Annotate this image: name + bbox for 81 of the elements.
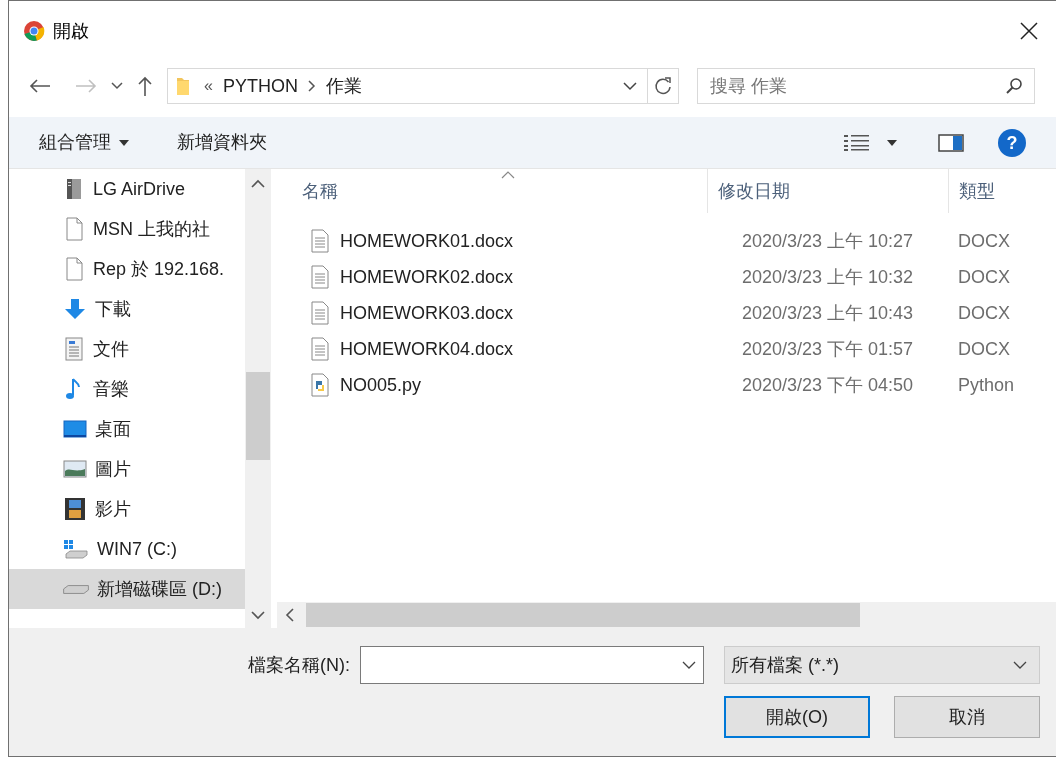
chevron-icon xyxy=(307,80,316,92)
sidebar-item[interactable]: 下載 xyxy=(9,289,245,329)
film-icon xyxy=(63,497,87,521)
scrollbar-thumb[interactable] xyxy=(306,603,860,627)
refresh-icon[interactable] xyxy=(654,77,672,95)
picture-icon xyxy=(63,457,87,481)
column-header[interactable]: 名稱 xyxy=(277,169,707,213)
modified-date: 2020/3/23 上午 10:32 xyxy=(742,266,914,287)
up-arrow-icon[interactable] xyxy=(137,76,153,96)
file-type: Python xyxy=(958,374,1015,395)
browser-logo-icon xyxy=(23,20,45,42)
window-title: 開啟 xyxy=(53,19,89,43)
python-file-icon xyxy=(310,373,330,397)
breadcrumb-item[interactable]: PYTHON xyxy=(222,72,298,100)
organize-menu-button[interactable]: 組合管理 xyxy=(39,129,129,156)
document-icon xyxy=(63,337,85,361)
sort-up-icon xyxy=(500,171,515,179)
address-bar[interactable]: « PYTHON 作業 xyxy=(167,68,679,104)
cancel-button[interactable]: 取消 xyxy=(894,696,1040,738)
desktop-icon xyxy=(63,417,87,441)
modified-date: 2020/3/23 上午 10:27 xyxy=(742,230,914,251)
sidebar-item[interactable]: 影片 xyxy=(9,489,245,529)
sidebar-item[interactable]: 圖片 xyxy=(9,449,245,489)
file-icon xyxy=(63,257,85,281)
sidebar-item[interactable]: 桌面 xyxy=(9,409,245,449)
search-field[interactable]: 搜尋 作業 xyxy=(697,68,1035,104)
dropdown-caret-icon[interactable] xyxy=(682,661,696,670)
file-icon xyxy=(63,217,85,241)
help-button[interactable]: ? xyxy=(998,128,1026,157)
drive-icon xyxy=(63,584,89,594)
breadcrumb-item[interactable]: 作業 xyxy=(325,72,362,100)
file-name[interactable]: HOMEWORK01.docx xyxy=(340,227,514,255)
sidebar-item[interactable]: WIN7 (C:) xyxy=(9,529,245,569)
sidebar-item[interactable]: 新增磁碟區 (D:) xyxy=(9,569,245,609)
filename-field[interactable] xyxy=(360,646,704,684)
file-type: DOCX xyxy=(958,302,1010,323)
file-name[interactable]: HOMEWORK03.docx xyxy=(340,299,514,327)
new-folder-button[interactable]: 新增資料夾 xyxy=(177,129,267,156)
file-type: DOCX xyxy=(958,338,1010,359)
file-name[interactable]: NO005.py xyxy=(340,371,422,399)
close-icon[interactable] xyxy=(1020,22,1038,40)
file-type: DOCX xyxy=(958,266,1010,287)
open-button[interactable]: 開啟(O) xyxy=(724,696,870,738)
preview-pane-icon[interactable] xyxy=(938,132,964,153)
file-type-dropdown[interactable]: 所有檔案 (*.*) xyxy=(724,646,1040,684)
modified-date: 2020/3/23 下午 04:50 xyxy=(742,374,914,395)
search-icon xyxy=(1005,77,1023,95)
scrollbar-thumb[interactable] xyxy=(246,372,270,460)
sidebar-item[interactable]: LG AirDrive xyxy=(9,169,245,209)
back-arrow-icon[interactable] xyxy=(29,78,51,94)
overflow-chevron[interactable]: « xyxy=(204,74,213,98)
windows-drive-icon xyxy=(63,537,89,561)
dropdown-caret-icon xyxy=(1013,660,1027,670)
column-header[interactable]: 類型 xyxy=(948,169,1056,213)
sidebar-item[interactable]: MSN 上我的社 xyxy=(9,209,245,249)
sidebar-item[interactable]: 音樂 xyxy=(9,369,245,409)
sidebar-item[interactable]: 文件 xyxy=(9,329,245,369)
scroll-left-icon[interactable] xyxy=(285,608,294,622)
vertical-scrollbar[interactable] xyxy=(245,169,271,628)
column-header[interactable]: 修改日期 xyxy=(707,169,948,213)
folder-icon xyxy=(176,76,190,96)
file-type: DOCX xyxy=(958,230,1010,251)
view-list-icon[interactable] xyxy=(844,133,870,152)
modified-date: 2020/3/23 下午 01:57 xyxy=(742,338,914,359)
document-icon xyxy=(310,337,330,361)
document-icon xyxy=(310,301,330,325)
dropdown-caret-icon[interactable] xyxy=(623,81,637,91)
file-name[interactable]: HOMEWORK02.docx xyxy=(340,263,514,291)
file-name[interactable]: HOMEWORK04.docx xyxy=(340,335,514,363)
scroll-down-icon[interactable] xyxy=(251,611,265,620)
document-icon xyxy=(310,229,330,253)
horizontal-scrollbar[interactable] xyxy=(277,602,1056,628)
sidebar-item[interactable]: Rep 於 192.168. xyxy=(9,249,245,289)
scroll-up-icon[interactable] xyxy=(251,179,265,188)
caret-icon xyxy=(119,139,129,146)
caret-icon[interactable] xyxy=(886,138,898,147)
document-icon xyxy=(310,265,330,289)
modified-date: 2020/3/23 上午 10:43 xyxy=(742,302,914,323)
down-arrow-icon xyxy=(63,297,87,321)
caret-icon[interactable] xyxy=(111,82,123,90)
filename-label: 檔案名稱(N): xyxy=(248,653,350,677)
